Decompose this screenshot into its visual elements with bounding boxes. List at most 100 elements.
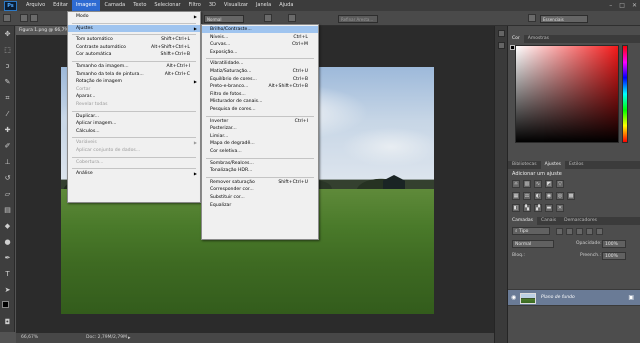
workspace-select[interactable]: Essenciais (540, 15, 588, 23)
add-selection-icon[interactable] (30, 14, 38, 22)
quick-select-tool-icon[interactable]: ✎ (3, 78, 12, 87)
path-select-tool-icon[interactable]: ➤ (3, 286, 12, 295)
channel-mixer-icon[interactable]: ◎ (556, 192, 564, 200)
type-filter-icon[interactable] (576, 228, 583, 235)
menu-item-substituir-cor[interactable]: Substituir cor... (202, 194, 318, 201)
black-white-icon[interactable]: ◐ (534, 192, 542, 200)
menu-item-contraste-automatico[interactable]: Contraste automático Alt+Shift+Ctrl+L (68, 44, 200, 51)
menu-visualizar[interactable]: Visualizar (220, 0, 252, 11)
status-arrow-icon[interactable]: ▸ (128, 333, 131, 343)
menu-item-tom-automatico[interactable]: Tom automático Shift+Ctrl+L (68, 36, 200, 43)
fill-field[interactable]: 100% (602, 252, 626, 260)
smart-object-filter-icon[interactable] (596, 228, 603, 235)
marquee-preset-icon[interactable] (3, 14, 11, 22)
menu-selecionar[interactable]: Selecionar (150, 0, 184, 11)
marquee-tool-icon[interactable]: ⬚ (3, 46, 12, 55)
hue-saturation-icon[interactable]: ▦ (512, 192, 520, 200)
vibrance-icon[interactable]: ▽ (556, 180, 564, 188)
menu-item-brilho-contraste[interactable]: Brilho/Contraste... (202, 26, 318, 33)
tab-amostras[interactable]: Amostras (524, 35, 553, 43)
pixel-filter-icon[interactable] (556, 228, 563, 235)
shape-filter-icon[interactable] (586, 228, 593, 235)
menu-item-misturador-de-canais[interactable]: Misturador de canais... (202, 98, 318, 105)
color-lookup-icon[interactable]: ▩ (567, 192, 575, 200)
menu-item-duplicar[interactable]: Duplicar... (68, 113, 200, 120)
color-balance-icon[interactable]: ⚖ (523, 192, 531, 200)
menu-item-equilibrio-de-cores[interactable]: Equilíbrio de cores... Ctrl+B (202, 76, 318, 83)
menu-imagem[interactable]: Imagem (71, 0, 101, 11)
menu-editar[interactable]: Editar (49, 0, 72, 11)
foreground-color-swatch[interactable] (2, 301, 9, 308)
type-tool-icon[interactable]: T (3, 270, 12, 279)
menu-item-equalizar[interactable]: Equalizar (202, 202, 318, 209)
menu-item-posterizar[interactable]: Posterizar... (202, 125, 318, 132)
menu-item-pesquisa-de-cores[interactable]: Pesquisa de cores... (202, 106, 318, 113)
menu-item-ajustes[interactable]: Ajustes ▶ (68, 24, 200, 32)
menu-item-vibratilidade[interactable]: Vibratilidade... (202, 60, 318, 67)
menu-item-aplicar-imagem[interactable]: Aplicar imagem... (68, 120, 200, 127)
blend-mode-select[interactable]: Normal (512, 240, 554, 248)
menu-item-mapa-de-degrade[interactable]: Mapa de degradê... (202, 140, 318, 147)
clone-stamp-tool-icon[interactable]: ⊥ (3, 158, 12, 167)
gradient-map-icon[interactable]: ▬ (545, 204, 553, 212)
tab-camadas[interactable]: Camadas (508, 217, 537, 225)
gradient-tool-icon[interactable]: ▤ (3, 206, 12, 215)
menu-item-tamanho-da-tela-de-pintura[interactable]: Tamanho da tela de pintura... Alt+Ctrl+C (68, 71, 200, 78)
menu-item-modo[interactable]: Modo ▶ (68, 13, 200, 20)
menu-janela[interactable]: Janela (252, 0, 275, 11)
exposure-icon[interactable]: ◩ (545, 180, 553, 188)
menu-item-sombras-realces[interactable]: Sombras/Realces... (202, 160, 318, 167)
menu-item-tonalizacao-hdr[interactable]: Tonalização HDR... (202, 167, 318, 174)
menu-item-filtro-de-fotos[interactable]: Filtro de fotos... (202, 91, 318, 98)
blur-tool-icon[interactable]: ◆ (3, 222, 12, 231)
tab-estilos[interactable]: Estilos (565, 161, 588, 169)
adjustment-filter-icon[interactable] (566, 228, 573, 235)
tab-bibliotecas[interactable]: Bibliotecas (508, 161, 541, 169)
menu-ajuda[interactable]: Ajuda (275, 0, 297, 11)
curves-icon[interactable]: ∿ (534, 180, 542, 188)
crop-tool-icon[interactable]: ⌗ (3, 94, 12, 103)
visibility-eye-icon[interactable]: ◉ (511, 294, 516, 301)
menu-item-limiar[interactable]: Limiar... (202, 133, 318, 140)
history-panel-icon[interactable] (498, 30, 505, 37)
tab-cor[interactable]: Cor (508, 35, 524, 43)
opacity-field[interactable]: 100% (602, 240, 626, 248)
properties-panel-icon[interactable] (498, 42, 505, 49)
menu-item-corresponder-cor[interactable]: Corresponder cor... (202, 186, 318, 193)
tab-ajustes[interactable]: Ajustes (540, 161, 565, 169)
menu-item-inverter[interactable]: Inverter Ctrl+I (202, 118, 318, 125)
layer-name[interactable]: Plano de fundo (541, 295, 575, 300)
menu-filtro[interactable]: Filtro (185, 0, 205, 11)
dodge-tool-icon[interactable]: ● (3, 238, 12, 247)
brush-tool-icon[interactable]: ✐ (3, 142, 12, 151)
menu-item-preto-e-branco[interactable]: Preto-e-branco... Alt+Shift+Ctrl+B (202, 83, 318, 90)
menu-item-matiz-saturacao[interactable]: Matiz/Saturação... Ctrl+U (202, 68, 318, 75)
quick-mask-icon[interactable]: ◘ (3, 318, 12, 327)
brightness-icon[interactable]: ☼ (512, 180, 520, 188)
minimize-button[interactable]: – (609, 2, 612, 9)
menu-item-rotacao-de-imagem[interactable]: Rotação de imagem ▶ (68, 78, 200, 85)
mode-select[interactable]: Normal (204, 15, 244, 23)
lasso-tool-icon[interactable]: ↄ (3, 62, 12, 71)
eraser-tool-icon[interactable]: ▱ (3, 190, 12, 199)
menu-item-niveis[interactable]: Níveis... Ctrl+L (202, 34, 318, 41)
new-selection-icon[interactable] (20, 14, 28, 22)
hue-slider[interactable] (622, 45, 628, 143)
eyedropper-tool-icon[interactable]: ⁄ (3, 110, 12, 119)
menu-item-cor-automatica[interactable]: Cor automática Shift+Ctrl+B (68, 51, 200, 58)
photo-filter-icon[interactable]: ◉ (545, 192, 553, 200)
menu-item-tamanho-da-imagem[interactable]: Tamanho da imagem... Alt+Ctrl+I (68, 63, 200, 70)
menu-arquivo[interactable]: Arquivo (22, 0, 49, 11)
menu-item-analise[interactable]: Análise ▶ (68, 170, 200, 177)
pen-tool-icon[interactable]: ✒ (3, 254, 12, 263)
move-tool-icon[interactable]: ✥ (3, 30, 12, 39)
menu-item-cor-seletiva[interactable]: Cor seletiva... (202, 148, 318, 155)
color-picker-field[interactable] (515, 45, 619, 143)
tab-canais[interactable]: Canais (537, 217, 560, 225)
layer-row-background[interactable]: ◉ Plano de fundo ▣ (508, 289, 640, 306)
refine-edge-button[interactable]: Refinar Aresta... (338, 15, 378, 23)
tab-demarcadores[interactable]: Demarcadores (560, 217, 601, 225)
menu-item-exposicao[interactable]: Exposição... (202, 49, 318, 56)
zoom-level[interactable]: 66,67% (21, 333, 38, 343)
history-brush-tool-icon[interactable]: ↺ (3, 174, 12, 183)
